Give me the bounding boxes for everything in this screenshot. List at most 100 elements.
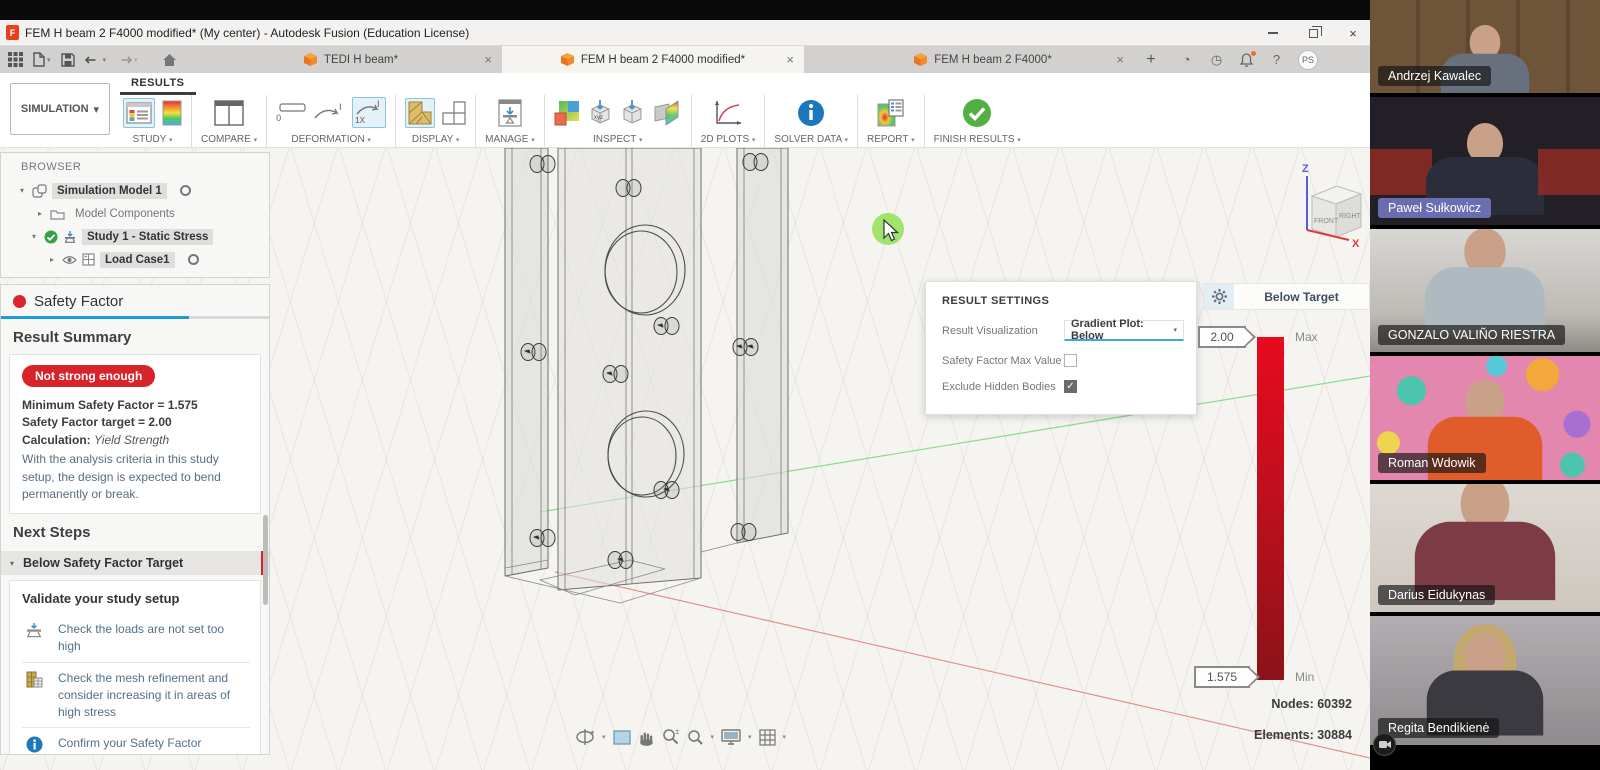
compare-icon[interactable] [214, 100, 244, 126]
workspace-selector[interactable]: SIMULATION▾ [10, 83, 110, 135]
display-bodies-icon[interactable] [442, 101, 466, 125]
inspect-point-xyz-icon[interactable]: xyz [588, 99, 613, 126]
save-icon[interactable] [61, 53, 75, 67]
tab-close-icon[interactable]: × [786, 52, 794, 67]
solver-data-info-icon[interactable] [797, 99, 825, 127]
display-mesh-icon[interactable] [405, 98, 435, 128]
clock-icon[interactable]: ◷ [1208, 51, 1225, 68]
tree-item-model-components[interactable]: ▸ Model Components [1, 202, 269, 225]
tab-bar: ▾ ▾ ▾ TEDI H beam* × FEM H beam 2 F4000 … [0, 46, 1370, 73]
grid-caret[interactable]: ▾ [783, 733, 787, 741]
close-button[interactable]: × [1346, 26, 1360, 40]
fit-icon[interactable] [687, 729, 704, 746]
tree-item-label: Study 1 - Static Stress [82, 229, 213, 245]
mesh-stats: Nodes: 60392 Elements: 30884 [1140, 697, 1352, 759]
2d-plots-icon[interactable] [712, 99, 744, 127]
tab-close-icon[interactable]: × [484, 52, 492, 67]
participant-tile[interactable]: Andrzej Kawalec [1370, 0, 1600, 93]
chevron-right-icon[interactable]: ▸ [35, 209, 45, 218]
next-step-item[interactable]: Confirm your Safety Factor requirement [22, 727, 250, 755]
radio-circle[interactable] [188, 254, 199, 265]
job-status-icon[interactable]: ◔ [1178, 51, 1195, 68]
next-step-item[interactable]: Check the loads are not set too high [22, 614, 250, 662]
orbit-caret[interactable]: ▾ [602, 733, 606, 741]
tab-fem-h-beam[interactable]: FEM H beam 2 F4000* × [832, 46, 1134, 73]
legend-min-label: Min [1295, 670, 1314, 684]
tab-label: FEM H beam 2 F4000* [934, 54, 1052, 66]
finish-results-check-icon[interactable] [962, 98, 992, 128]
orbit-icon[interactable] [575, 728, 595, 746]
study-legend-icon[interactable] [162, 100, 182, 126]
chevron-down-icon[interactable]: ▾ [29, 232, 39, 241]
user-avatar[interactable]: PS [1298, 50, 1318, 70]
pan-hand-icon[interactable] [638, 729, 655, 746]
deformation-scaled-icon[interactable]: I1X [352, 97, 386, 128]
group-header-label: Below Safety Factor Target [23, 556, 183, 570]
participant-tile[interactable]: Regita Bendikienė [1370, 616, 1600, 745]
visibility-eye-icon[interactable] [62, 255, 77, 265]
redo-icon[interactable]: ▾ [116, 53, 138, 66]
visualization-dropdown[interactable]: Gradient Plot: Below ▾ [1064, 320, 1184, 341]
load-case-icon: + [82, 253, 95, 266]
participant-tile[interactable]: Darius Eidukynas [1370, 484, 1600, 612]
legend-gear-button[interactable] [1204, 284, 1234, 309]
display-caret[interactable]: ▾ [748, 733, 752, 741]
minimize-button[interactable] [1266, 26, 1280, 40]
svg-text:+: + [84, 255, 87, 261]
inspect-probe-icon[interactable] [620, 99, 645, 126]
participant-name: Andrzej Kawalec [1378, 66, 1491, 86]
chevron-down-icon[interactable]: ▾ [1, 559, 23, 568]
next-step-item[interactable]: Check the mesh refinement and consider i… [22, 662, 250, 727]
tab-tedi-h-beam[interactable]: TEDI H beam* × [200, 46, 502, 73]
participant-tile[interactable]: Roman Wdowik [1370, 356, 1600, 480]
legend-min-tag[interactable]: 1.575 [1194, 666, 1250, 688]
undo-icon[interactable]: ▾ [85, 53, 107, 66]
fit-caret[interactable]: ▾ [711, 733, 715, 741]
home-icon[interactable] [162, 53, 177, 67]
new-tab-button[interactable]: + [1134, 46, 1168, 73]
tab-fem-h-beam-modified[interactable]: FEM H beam 2 F4000 modified* × [502, 46, 804, 73]
tree-item-study1[interactable]: ▾ Study 1 - Static Stress [1, 225, 269, 248]
deformation-actual-icon[interactable]: I [313, 102, 345, 124]
video-call-sidebar: Andrzej Kawalec Paweł Sułkowicz GONZALO … [1370, 0, 1600, 770]
exclude-hidden-checkbox[interactable]: ✓ [1064, 380, 1077, 393]
participant-tile[interactable]: GONZALO VALIÑO RIESTRA [1370, 229, 1600, 352]
restore-button[interactable] [1306, 26, 1320, 40]
svg-text:I: I [339, 102, 342, 112]
radio-circle[interactable] [180, 185, 191, 196]
help-icon[interactable]: ? [1268, 51, 1285, 68]
app-grid-icon[interactable] [8, 52, 23, 67]
file-menu-icon[interactable]: ▾ [33, 52, 51, 67]
result-summary-card: Not strong enough Minimum Safety Factor … [9, 354, 261, 514]
below-target-group-header[interactable]: ▾ Below Safety Factor Target [1, 551, 269, 575]
tab-close-icon[interactable]: × [1116, 52, 1124, 67]
camera-icon[interactable] [1373, 733, 1396, 756]
max-value-checkbox[interactable] [1064, 354, 1077, 367]
legend-max-tag[interactable]: 2.00 [1198, 326, 1246, 348]
grid-settings-icon[interactable] [759, 729, 776, 746]
report-icon[interactable] [877, 99, 905, 127]
study-active-icon[interactable] [123, 98, 155, 128]
deformation-undeformed-icon[interactable]: 0 [276, 103, 306, 123]
inspect-slice-plane-icon[interactable] [652, 99, 682, 126]
result-settings-dialog: RESULT SETTINGS Result Visualization Gra… [925, 281, 1197, 415]
svg-text:RIGHT: RIGHT [1339, 213, 1362, 220]
inspect-results-icon[interactable] [554, 99, 581, 126]
tree-item-simulation-model[interactable]: ▾ Simulation Model 1 [1, 179, 269, 202]
mesh-refinement-icon [22, 670, 46, 688]
panel-scrollbar[interactable] [263, 515, 268, 605]
zoom-icon[interactable]: ± [662, 728, 680, 746]
chevron-right-icon[interactable]: ▸ [47, 255, 57, 264]
participant-tile[interactable]: Paweł Sułkowicz [1370, 97, 1600, 225]
ribbon-tab-results[interactable]: RESULTS [131, 77, 184, 89]
result-description: With the analysis criteria in this study… [22, 451, 248, 503]
group-compare: COMPARE ▾ [192, 95, 266, 145]
look-at-icon[interactable] [613, 730, 631, 745]
chevron-down-icon[interactable]: ▾ [17, 186, 27, 195]
tabbar-right-icons: ◔ ◷ ? PS [1178, 46, 1318, 73]
notifications-bell-icon[interactable] [1238, 51, 1255, 68]
display-settings-icon[interactable] [721, 729, 741, 745]
tree-item-load-case1[interactable]: ▸ + Load Case1 [1, 248, 269, 271]
manage-icon[interactable] [497, 99, 523, 127]
validate-card: Validate your study setup Check the load… [9, 580, 261, 755]
